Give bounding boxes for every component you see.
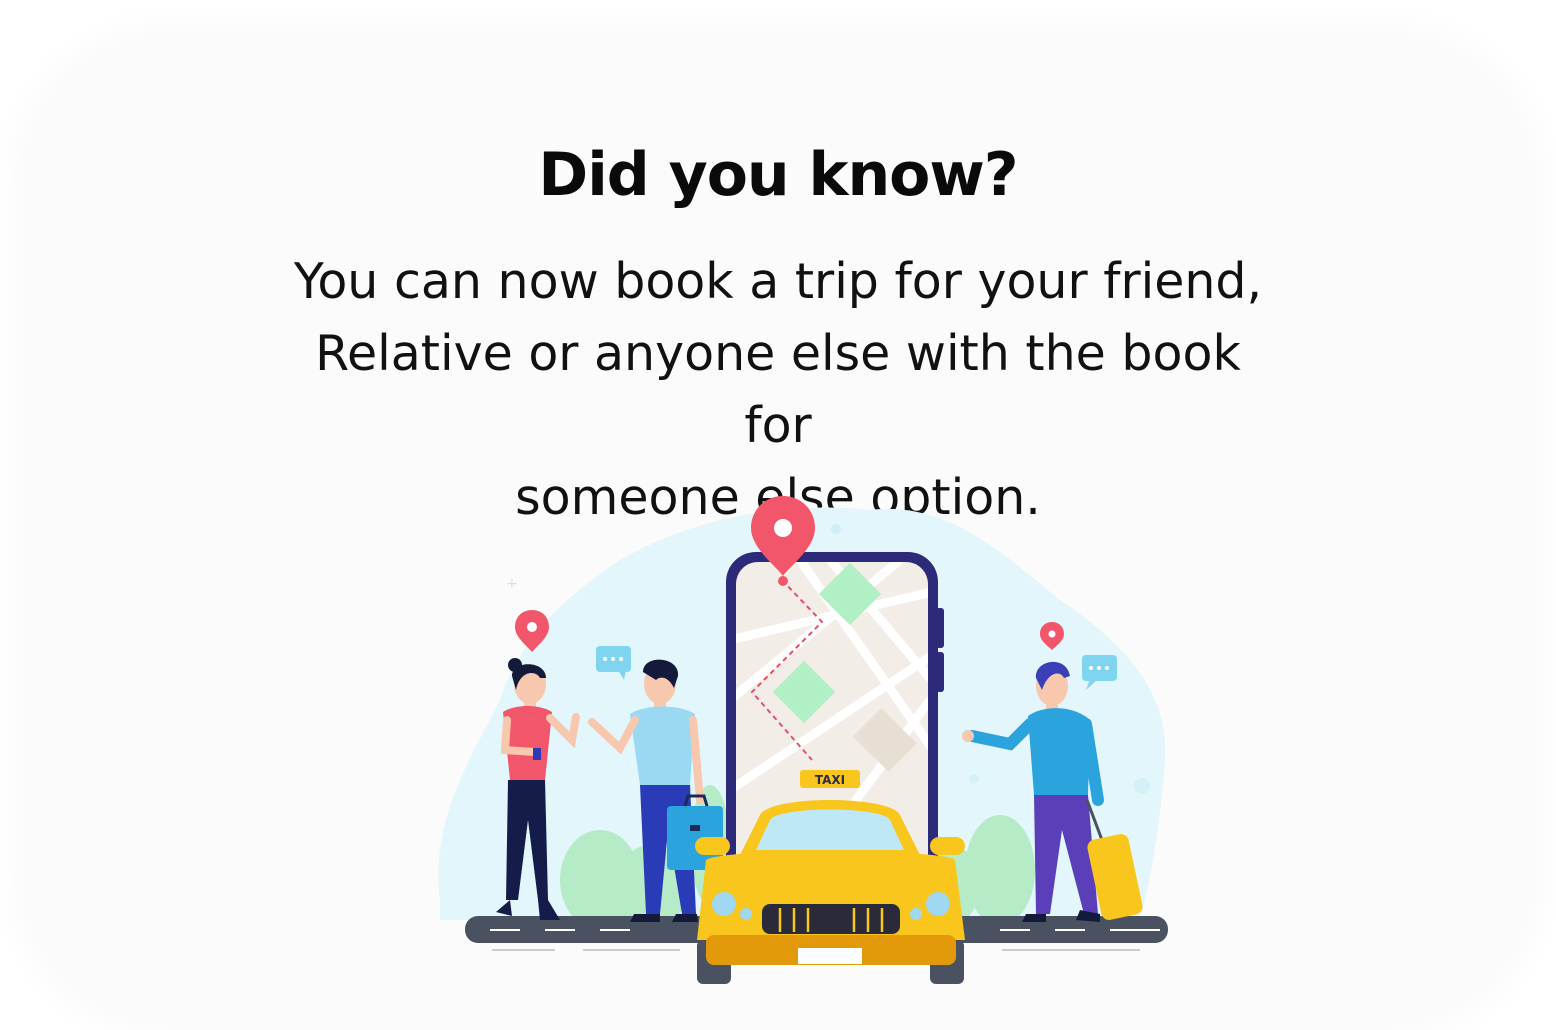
- svg-text:+: +: [506, 576, 518, 592]
- tip-message-line-1: You can now book a trip for your friend,: [293, 253, 1263, 310]
- tip-title: Did you know?: [538, 140, 1018, 210]
- tip-message-line-2: Relative or anyone else with the book fo…: [315, 325, 1241, 454]
- taxi-sign-label: TAXI: [815, 773, 845, 787]
- booking-illustration: + TAXI: [438, 496, 1168, 984]
